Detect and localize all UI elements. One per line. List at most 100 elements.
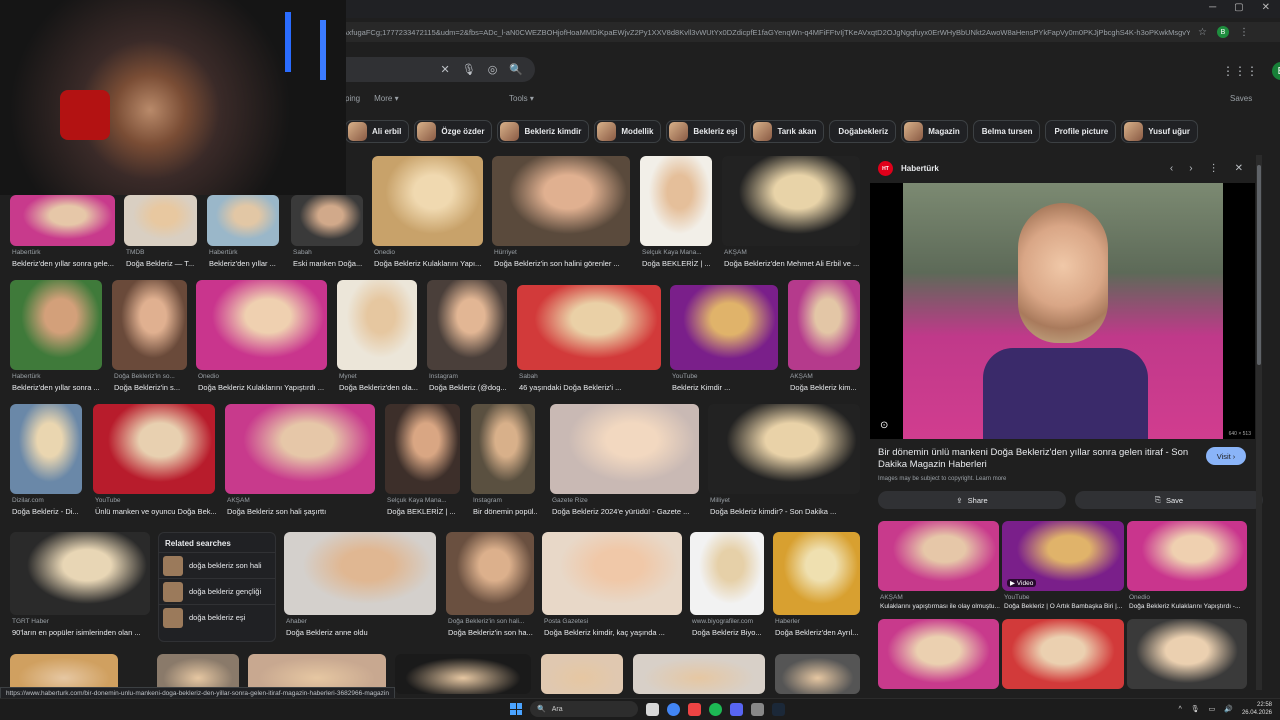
result-source[interactable]: YouTube — [672, 373, 780, 380]
result-title[interactable]: Doğa BEKLERİZ | ... — [387, 507, 462, 516]
image-result-thumbnail[interactable] — [690, 532, 764, 615]
tab-shopping[interactable]: ping — [345, 94, 360, 103]
result-source[interactable]: Mynet — [339, 373, 419, 380]
chip-filter[interactable]: Ali erbil — [345, 120, 410, 143]
related-image-thumbnail[interactable] — [1127, 619, 1247, 689]
result-title[interactable]: Doğa BEKLERİZ | ... — [642, 259, 714, 268]
result-title[interactable]: Doğa Bekleriz Kulaklarını Yapıştırdı ... — [198, 383, 329, 392]
related-image-thumbnail[interactable] — [1002, 619, 1124, 689]
result-title[interactable]: Eski manken Doğa... — [293, 259, 365, 268]
image-result-thumbnail[interactable] — [225, 404, 375, 494]
image-result-thumbnail[interactable] — [722, 156, 860, 246]
image-result-thumbnail[interactable] — [385, 404, 460, 494]
result-source[interactable]: Habertürk — [209, 249, 281, 256]
image-result-thumbnail[interactable] — [633, 654, 765, 694]
related-title[interactable]: Kulaklarını yapıştırması ile olay olmuşt… — [880, 603, 1001, 610]
image-result-thumbnail[interactable] — [550, 404, 699, 494]
menu-dots-icon[interactable]: ⋮ — [1239, 27, 1249, 38]
chip-filter[interactable]: Doğabekleriz — [829, 120, 897, 143]
chip-filter[interactable]: Modellik — [594, 120, 662, 143]
result-source[interactable]: Hürriyet — [494, 249, 632, 256]
image-result-thumbnail[interactable] — [291, 195, 363, 246]
more-options-icon[interactable]: ⋮ — [1209, 163, 1219, 174]
chip-filter[interactable]: Yusuf uğur — [1121, 120, 1199, 143]
close-icon[interactable]: ✕ — [1262, 2, 1270, 13]
result-title[interactable]: Doğa Bekleriz (@dog... — [429, 383, 509, 392]
result-title[interactable]: Doğa Bekleriz'den Mehmet Ali Erbil ve ..… — [724, 259, 862, 268]
result-source[interactable]: Selçuk Kaya Mana... — [387, 497, 462, 504]
search-box[interactable]: ✕ 🎙 ◎ 🔍 — [345, 57, 535, 82]
result-title[interactable]: Doğa Bekleriz — T... — [126, 259, 199, 268]
result-source[interactable]: Doğa Bekleriz'in son hali... — [448, 618, 536, 625]
image-result-thumbnail[interactable] — [427, 280, 507, 370]
bookmark-star-icon[interactable]: ☆ — [1198, 27, 1207, 38]
image-result-thumbnail[interactable] — [10, 280, 102, 370]
result-title[interactable]: Doğa Bekleriz kimdir? - Son Dakika ... — [710, 507, 862, 516]
result-title[interactable]: Doğa Bekleriz son hali şaşırttı — [227, 507, 377, 516]
result-title[interactable]: Doğa Bekleriz'in s... — [114, 383, 189, 392]
related-source[interactable]: AKŞAM — [880, 594, 1001, 601]
mic-icon[interactable]: 🎙 — [462, 63, 476, 76]
result-title[interactable]: Doğa Bekleriz'den Ayrıl... — [775, 628, 862, 637]
result-source[interactable]: Dizilar.com — [12, 497, 84, 504]
result-title[interactable]: Doğa Bekleriz 2024'e yürüdü! - Gazete ..… — [552, 507, 701, 516]
preview-source[interactable]: Habertürk — [901, 164, 939, 173]
image-result-thumbnail[interactable] — [446, 532, 534, 615]
result-title[interactable]: Bekleriz Kimdir ... — [672, 383, 780, 392]
result-source[interactable]: Selçuk Kaya Mana... — [642, 249, 714, 256]
image-result-thumbnail[interactable] — [112, 280, 187, 370]
result-source[interactable]: Milliyet — [710, 497, 862, 504]
image-result-thumbnail[interactable] — [284, 532, 436, 615]
search-icon[interactable]: 🔍 — [509, 63, 523, 76]
result-source[interactable]: YouTube — [95, 497, 217, 504]
result-source[interactable]: Sabah — [519, 373, 663, 380]
result-title[interactable]: 46 yaşındaki Doğa Bekleriz'i ... — [519, 383, 663, 392]
result-source[interactable]: TMDB — [126, 249, 199, 256]
related-search-item[interactable]: doğa bekleriz eşi — [159, 604, 275, 630]
saves-button[interactable]: Saves — [1230, 94, 1252, 103]
lens-icon[interactable]: ◎ — [488, 63, 498, 76]
chrome-icon[interactable] — [667, 702, 680, 716]
image-result-thumbnail[interactable] — [492, 156, 630, 246]
result-title[interactable]: Doğa Bekleriz anne oldu — [286, 628, 438, 637]
related-image-thumbnail[interactable] — [1127, 521, 1247, 591]
apps-grid-icon[interactable]: ⋮⋮⋮ — [1222, 64, 1258, 78]
result-source[interactable]: Gazete Rize — [552, 497, 701, 504]
prev-icon[interactable]: ‹ — [1170, 163, 1173, 174]
result-source[interactable]: TGRT Haber — [12, 618, 152, 625]
result-title[interactable]: Doğa Bekleriz'in son halini görenler ... — [494, 259, 632, 268]
image-result-thumbnail[interactable] — [10, 195, 115, 246]
network-icon[interactable]: ▭ — [1209, 705, 1216, 713]
result-source[interactable]: www.biyografiler.com — [692, 618, 766, 625]
chip-filter[interactable]: Magazin — [901, 120, 968, 143]
image-result-thumbnail[interactable] — [471, 404, 535, 494]
image-result-thumbnail[interactable] — [207, 195, 279, 246]
account-avatar[interactable]: B — [1272, 62, 1280, 80]
chip-filter[interactable]: Bekleriz eşi — [666, 120, 746, 143]
result-title[interactable]: Bir dönemin popül... — [473, 507, 537, 516]
result-source[interactable]: Posta Gazetesi — [544, 618, 684, 625]
result-title[interactable]: Bekleriz'den yıllar ... — [209, 259, 281, 268]
result-source[interactable]: AKŞAM — [227, 497, 377, 504]
next-icon[interactable]: › — [1189, 163, 1192, 174]
related-title[interactable]: Doğa Bekleriz Kulaklarını Yapıştırdı -..… — [1129, 603, 1249, 610]
chip-filter[interactable]: Belma tursen — [972, 120, 1041, 143]
tab-more[interactable]: More ▾ — [374, 94, 398, 103]
image-result-thumbnail[interactable] — [93, 404, 215, 494]
image-result-thumbnail[interactable] — [773, 532, 860, 615]
image-result-thumbnail[interactable] — [196, 280, 327, 370]
maximize-icon[interactable]: ▢ — [1234, 2, 1243, 13]
clear-icon[interactable]: ✕ — [441, 63, 450, 76]
obs-icon[interactable] — [751, 702, 764, 716]
image-result-thumbnail[interactable] — [337, 280, 417, 370]
image-result-thumbnail[interactable] — [10, 404, 82, 494]
image-result-thumbnail[interactable] — [124, 195, 197, 246]
result-source[interactable]: Ahaber — [286, 618, 438, 625]
clock[interactable]: 22:58 26.04.2026 — [1242, 701, 1272, 717]
result-source[interactable]: Habertürk — [12, 249, 117, 256]
result-title[interactable]: Doğa Bekleriz kimdir, kaç yaşında ... — [544, 628, 684, 637]
related-title[interactable]: Doğa Bekleriz | O Artık Bambaşka Biri |.… — [1004, 603, 1126, 610]
preview-image[interactable]: ⊙ 640 × 513 — [870, 183, 1255, 439]
result-title[interactable]: Doğa Bekleriz Kulaklarını Yapı... — [374, 259, 485, 268]
steam-icon[interactable] — [772, 702, 785, 716]
